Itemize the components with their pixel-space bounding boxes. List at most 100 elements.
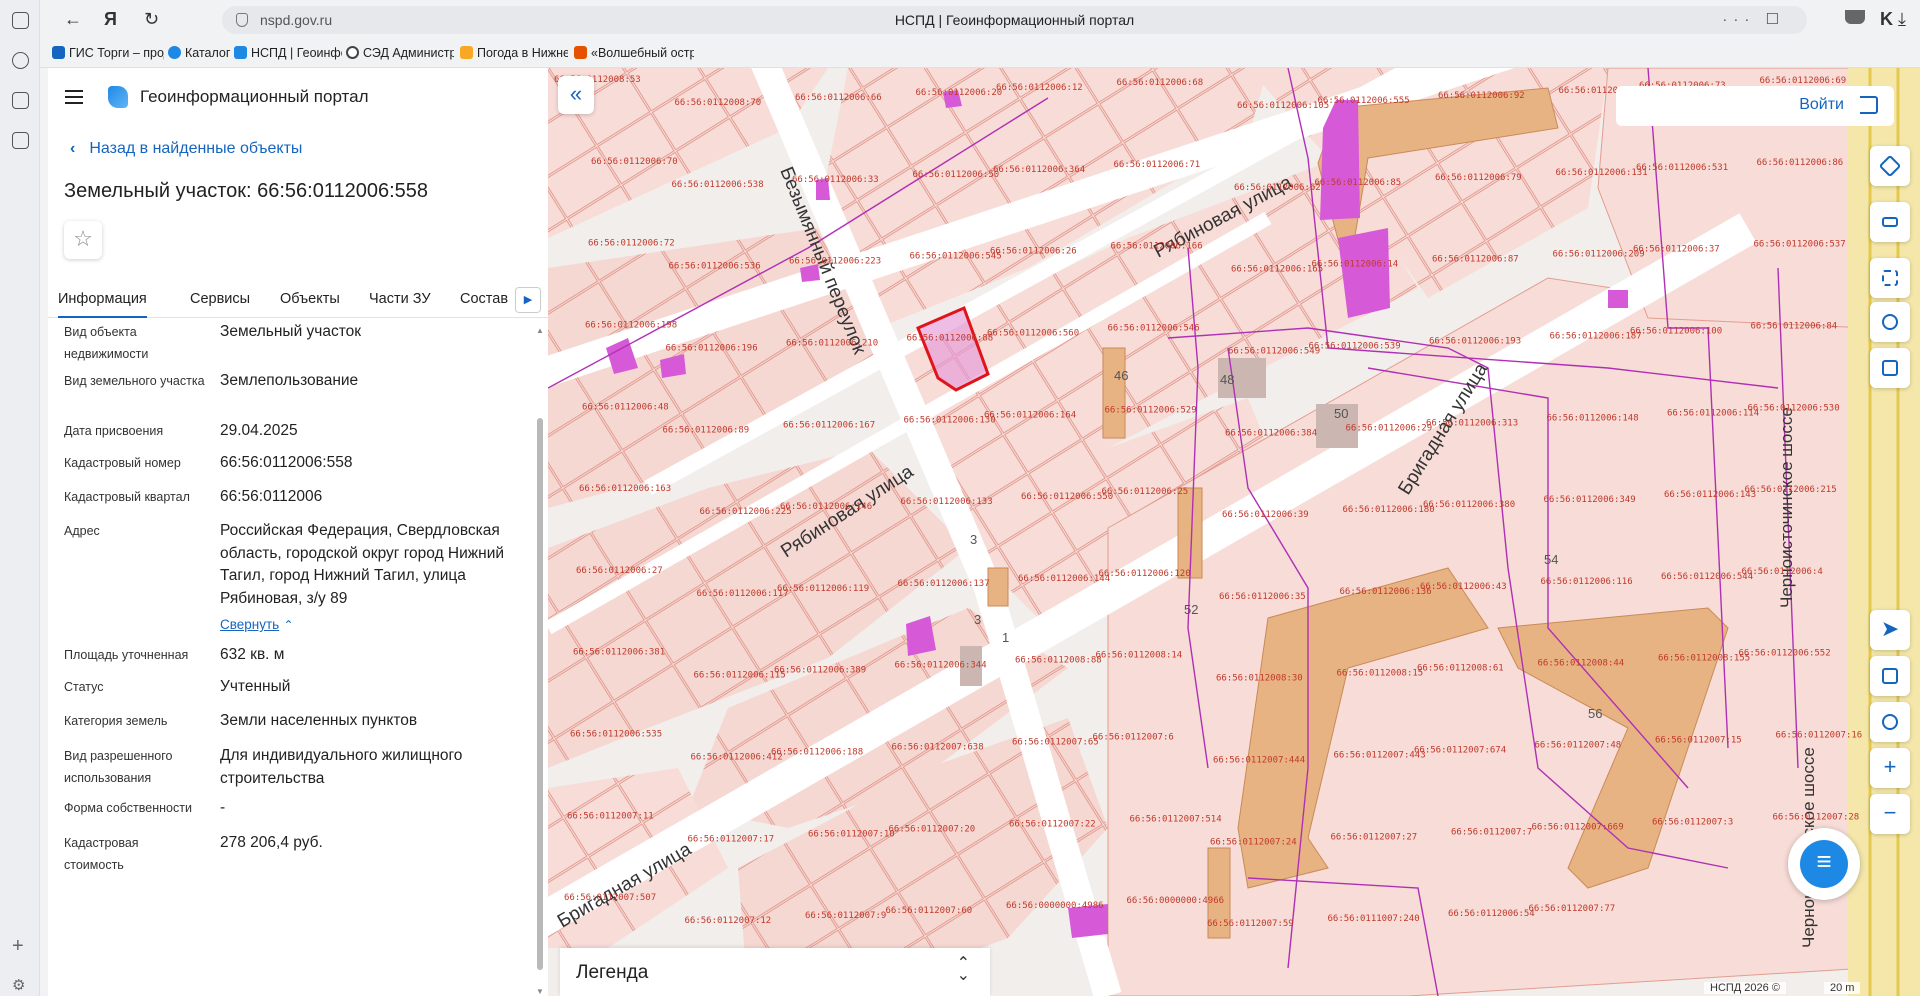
- parcel-number-label: 66:56:0112006:165: [1231, 265, 1323, 275]
- chat-button[interactable]: [1788, 828, 1860, 900]
- map-copyright: НСПД 2026 ©: [1704, 982, 1786, 994]
- tab-services[interactable]: Сервисы: [190, 291, 250, 307]
- zoom-in-button[interactable]: +: [1870, 748, 1910, 788]
- play-icon[interactable]: [12, 52, 29, 69]
- chevron-up-icon: ⌃: [283, 618, 294, 632]
- tabs-scroll-right-icon[interactable]: ▶: [515, 287, 541, 313]
- panel-scrollbar[interactable]: ▲ ▼: [536, 326, 544, 996]
- parcel-number-label: 66:56:0112006:146: [780, 502, 872, 512]
- chevron-left-icon: ‹: [70, 140, 76, 157]
- parcel-number-label: 66:56:0112008:15: [1337, 669, 1424, 679]
- scroll-up-icon[interactable]: ▲: [536, 326, 544, 335]
- collections-icon[interactable]: [12, 12, 29, 29]
- back-icon[interactable]: ←: [64, 8, 82, 30]
- reload-icon[interactable]: ↻: [144, 8, 159, 30]
- download-icon[interactable]: ⤓: [1898, 8, 1906, 30]
- property-label: Категория земель: [64, 714, 168, 728]
- parcel-number-label: 66:56:0112006:144: [1018, 574, 1110, 584]
- parcel-number-label: 66:56:0112006:84: [1751, 321, 1838, 331]
- collapse-panel-button[interactable]: «: [558, 76, 594, 114]
- parcel-number-label: 66:56:0000000:4986: [1006, 901, 1104, 911]
- pocket-icon[interactable]: [1845, 10, 1865, 24]
- legend-panel[interactable]: Легенда ⌃ ⌄: [560, 948, 990, 996]
- screenshot-icon[interactable]: [12, 132, 29, 149]
- extension-icon[interactable]: K: [1880, 8, 1893, 30]
- parcel-number-label: 66:56:0112006:105: [1237, 101, 1329, 111]
- ruler-button[interactable]: [1870, 202, 1910, 242]
- bookmark-icon: [234, 46, 247, 59]
- tab-land-parts[interactable]: Части ЗУ: [369, 291, 431, 307]
- map-canvas[interactable]: Безымянный переулок Рябиновая улица Ряби…: [548, 68, 1920, 996]
- property-label: Дата присвоения: [64, 424, 164, 438]
- tabs-counter-icon[interactable]: [12, 92, 29, 109]
- add-panel-icon[interactable]: +: [12, 936, 24, 956]
- collapse-link[interactable]: Свернуть ⌃: [220, 614, 520, 637]
- parcel-number-label: 66:56:0112006:381: [573, 648, 665, 658]
- locate-button[interactable]: ➤: [1870, 610, 1910, 650]
- bookmark-item[interactable]: Погода в Нижнем: [460, 46, 568, 60]
- parcel-number-label: 66:56:0112006:143: [1664, 490, 1756, 500]
- tab-information[interactable]: Информация: [58, 291, 147, 318]
- parcel-number-label: 66:56:0112006:62: [1234, 183, 1321, 193]
- parcel-number-label: 66:56:0112007:7: [1451, 827, 1532, 837]
- print-button[interactable]: [1870, 348, 1910, 388]
- minimap-button[interactable]: [1870, 656, 1910, 696]
- geolocation-button[interactable]: [1870, 702, 1910, 742]
- parcel-number-label: 66:56:0112007:507: [564, 893, 656, 903]
- layers-button[interactable]: [1870, 146, 1910, 186]
- parcel-number-label: 66:56:0112006:546: [1108, 323, 1200, 333]
- parcel-number-label: 66:56:0112007:444: [1213, 756, 1305, 766]
- scroll-down-icon[interactable]: ▼: [536, 987, 544, 996]
- bookmark-icon: [460, 46, 473, 59]
- login-button[interactable]: Войти: [1616, 86, 1894, 126]
- parcel-number-label: 66:56:0112006:69: [1760, 76, 1847, 86]
- parcel-number-label: 66:56:0112006:349: [1544, 495, 1636, 505]
- scrollbar-thumb[interactable]: [537, 418, 543, 970]
- zoom-out-button[interactable]: −: [1870, 794, 1910, 834]
- ruler-icon: [1882, 217, 1898, 227]
- share-button[interactable]: [1870, 302, 1910, 342]
- menu-icon[interactable]: [65, 90, 83, 104]
- bookmark-item[interactable]: СЭД Администра: [346, 46, 454, 60]
- tab-composition[interactable]: Состав: [460, 291, 508, 307]
- favorite-star-icon[interactable]: ☆: [64, 221, 102, 259]
- parcel-number-label: 66:56:0112006:54: [1448, 909, 1535, 919]
- tab-objects[interactable]: Объекты: [280, 291, 340, 307]
- parcel-number-label: 66:56:0112008:88: [1015, 656, 1102, 666]
- expand-collapse-icon[interactable]: ⌃ ⌄: [957, 956, 970, 984]
- yandex-icon[interactable]: Я: [104, 8, 117, 30]
- parcel-number-label: 66:56:0112006:20: [916, 88, 1003, 98]
- parcel-number-label: 66:56:0112006:50: [913, 170, 1000, 180]
- house-number: 46: [1114, 368, 1128, 383]
- parcel-number-label: 66:56:0112006:71: [1114, 160, 1201, 170]
- bookmark-item[interactable]: НСПД | Геоинфор: [234, 46, 342, 60]
- parcel-number-label: 66:56:0112008:14: [1096, 651, 1183, 661]
- parcel-number-label: 66:56:0112007:9: [805, 911, 886, 921]
- parcel-number-label: 66:56:0112006:12: [996, 83, 1083, 93]
- parcel-number-label: 66:56:0112006:210: [786, 338, 878, 348]
- parcel-number-label: 66:56:0112006:193: [1429, 336, 1521, 346]
- chat-icon: [1800, 840, 1848, 888]
- parcel-number-label: 66:56:0112006:180: [1343, 505, 1435, 515]
- address-bar[interactable]: nspd.gov.ru НСПД | Геоинформационный пор…: [222, 6, 1807, 34]
- parcel-number-label: 66:56:0112007:59: [1207, 919, 1294, 929]
- settings-icon[interactable]: ⚙: [12, 976, 25, 994]
- area-select-button[interactable]: [1870, 258, 1910, 298]
- parcel-number-label: 66:56:0112006:550: [1021, 492, 1113, 502]
- parcel-number-label: 66:56:0112006:555: [1318, 96, 1410, 106]
- parcel-number-label: 66:56:0000000:4966: [1127, 896, 1225, 906]
- parcel-number-label: 66:56:0112006:119: [777, 584, 869, 594]
- parcel-number-label: 66:56:0112007:17: [688, 834, 775, 844]
- back-to-results-link[interactable]: ‹ Назад в найденные объекты: [70, 140, 302, 158]
- parcel-number-label: 66:56:0112006:70: [591, 157, 678, 167]
- parcel-number-label: 66:56:0112006:48: [582, 402, 669, 412]
- cadastral-map[interactable]: Безымянный переулок Рябиновая улица Ряби…: [548, 68, 1920, 996]
- bookmark-item[interactable]: «Волшебный остр: [574, 46, 694, 60]
- parcel-number-label: 66:56:0112006:545: [910, 252, 1002, 262]
- house-number: 52: [1184, 602, 1198, 617]
- parcel-number-label: 66:56:0112006:380: [1423, 500, 1515, 510]
- more-bookmark-icons[interactable]: ··· ☐: [1722, 10, 1785, 28]
- portal-header: Геоинформационный портал: [48, 82, 548, 112]
- bookmark-item[interactable]: ГИС Торги – прод: [52, 46, 164, 60]
- login-label: Войти: [1799, 96, 1844, 113]
